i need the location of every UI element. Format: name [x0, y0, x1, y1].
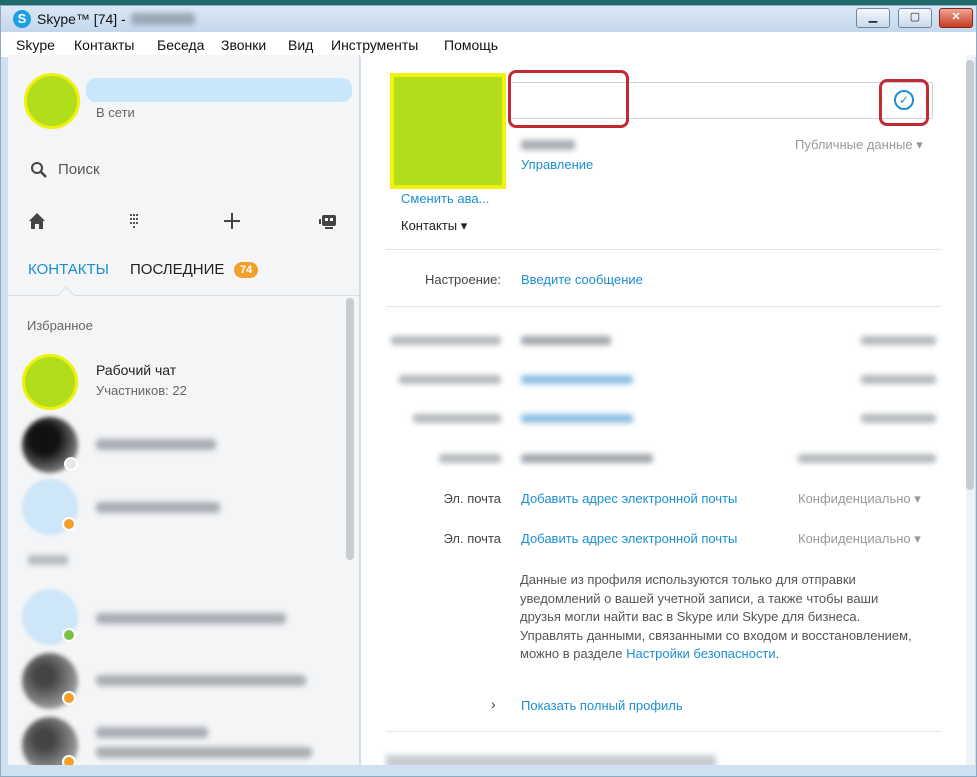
bot-icon[interactable] [317, 210, 339, 232]
redacted-privacy [861, 375, 936, 384]
highlight-box-name [508, 70, 629, 128]
confirm-check-icon[interactable]: ✓ [894, 90, 914, 110]
minimize-button[interactable]: ▁ [856, 8, 890, 28]
title-bar: S Skype™ [74] - ▁ ▢ ✕ [1, 6, 976, 32]
presence-indicator [62, 628, 76, 642]
profile-avatar[interactable] [390, 73, 506, 189]
add-icon[interactable] [221, 210, 243, 232]
menu-tools[interactable]: Инструменты [331, 37, 418, 53]
list-item[interactable] [22, 413, 348, 475]
maximize-button[interactable]: ▢ [898, 8, 932, 28]
presence-indicator [62, 517, 76, 531]
redacted-phone-value [521, 336, 611, 345]
presence-indicator [62, 691, 76, 705]
divider [386, 249, 941, 250]
profile-panel: Сменить ава... Контакты ▾ ✓ Управление П… [361, 55, 966, 765]
profile-info-text: Данные из профиля используются только дл… [520, 571, 920, 664]
menu-calls[interactable]: Звонки [221, 37, 266, 53]
redacted-add-phone-link[interactable] [521, 375, 633, 384]
tab-contacts[interactable]: КОНТАКТЫ [28, 261, 109, 278]
menu-skype[interactable]: Skype [16, 37, 55, 53]
menu-help[interactable]: Помощь [444, 37, 498, 53]
email-label: Эл. почта [443, 531, 501, 546]
search-icon [31, 162, 47, 178]
list-item[interactable] [22, 585, 348, 647]
unread-badge: 74 [234, 262, 259, 278]
search-input[interactable]: Поиск [58, 161, 100, 178]
close-button[interactable]: ✕ [939, 8, 973, 28]
divider [386, 306, 941, 307]
privacy-dropdown[interactable]: Конфиденциально ▾ [798, 531, 921, 547]
redacted-add-phone-link[interactable] [521, 414, 633, 423]
contacts-scrollbar[interactable] [346, 298, 354, 560]
redacted-contact-name [96, 613, 286, 624]
list-item[interactable] [22, 649, 348, 711]
email-label: Эл. почта [443, 491, 501, 506]
divider [386, 731, 941, 732]
redacted-privacy [861, 414, 936, 423]
menu-contacts[interactable]: Контакты [74, 37, 134, 53]
redacted-skype-name [521, 140, 575, 150]
favorites-header: Избранное [27, 318, 93, 333]
contact-name: Рабочий чат [96, 362, 177, 378]
own-name-field[interactable] [86, 78, 352, 102]
redacted-contact-name [96, 675, 306, 686]
chevron-right-icon: › [491, 696, 496, 712]
contacts-sidebar: В сети Поиск КОНТАКТЫ ПОСЛЕДНИЕ 74 Избра… [8, 55, 360, 765]
presence-indicator [64, 457, 78, 471]
public-data-dropdown[interactable]: Публичные данные ▾ [795, 137, 923, 153]
presence-indicator [62, 755, 76, 765]
group-header [28, 555, 68, 565]
own-avatar[interactable] [24, 73, 80, 129]
redacted-contact-status [96, 747, 312, 758]
online-status[interactable]: В сети [96, 105, 135, 120]
redacted-phone-label [391, 336, 501, 345]
list-item[interactable] [22, 475, 348, 537]
redacted-username [131, 13, 195, 25]
security-settings-link[interactable]: Настройки безопасности [626, 646, 776, 661]
redacted-email-value [521, 454, 653, 463]
dialpad-icon[interactable] [123, 210, 145, 232]
redacted-section [386, 755, 716, 765]
show-full-profile-link[interactable]: Показать полный профиль [521, 698, 683, 713]
redacted-phone-label [399, 375, 501, 384]
add-email-link[interactable]: Добавить адрес электронной почты [521, 531, 737, 546]
window-title: Skype™ [74] - [37, 11, 126, 27]
info-end: . [775, 646, 780, 662]
home-icon[interactable] [26, 210, 48, 232]
contacts-dropdown[interactable]: Контакты ▾ [401, 218, 467, 234]
profile-scrollbar-thumb[interactable] [966, 60, 974, 490]
list-item[interactable]: Рабочий чат Участников: 22 [22, 350, 348, 412]
redacted-email-label [439, 454, 501, 463]
change-avatar-link[interactable]: Сменить ава... [401, 191, 489, 206]
redacted-contact-name [96, 439, 216, 450]
mood-label: Настроение: [424, 272, 501, 287]
list-item[interactable] [22, 713, 348, 765]
redacted-phone-label [413, 414, 501, 423]
menu-view[interactable]: Вид [288, 37, 313, 53]
active-tab-indicator [57, 286, 75, 304]
contact-members: Участников: 22 [96, 383, 187, 398]
redacted-contact-name [96, 502, 220, 513]
tab-recent[interactable]: ПОСЛЕДНИЕ [130, 261, 224, 278]
redacted-privacy [798, 454, 936, 463]
redacted-privacy [861, 336, 936, 345]
privacy-dropdown[interactable]: Конфиденциально ▾ [798, 491, 921, 507]
avatar [22, 354, 78, 410]
add-email-link[interactable]: Добавить адрес электронной почты [521, 491, 737, 506]
manage-link[interactable]: Управление [521, 157, 593, 172]
skype-logo-icon: S [13, 10, 31, 28]
mood-input-link[interactable]: Введите сообщение [521, 272, 643, 287]
redacted-contact-name [96, 727, 208, 738]
menu-conversation[interactable]: Беседа [157, 37, 204, 53]
